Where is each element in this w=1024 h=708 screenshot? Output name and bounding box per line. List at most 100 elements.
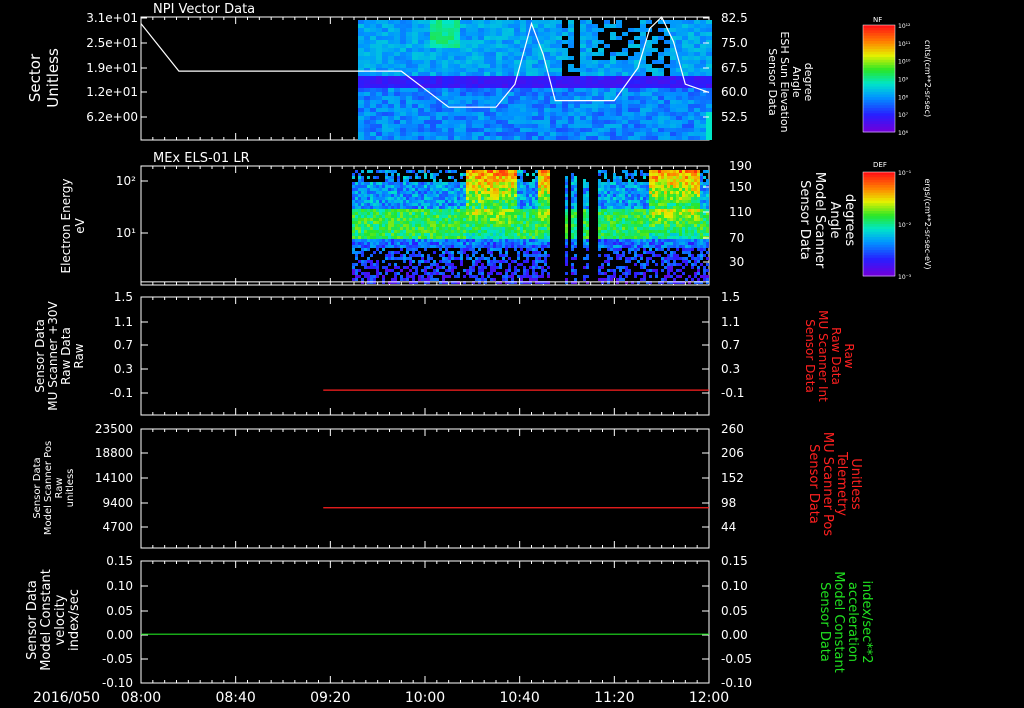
heatmap-cell (655, 239, 658, 242)
heatmap-cell (490, 260, 493, 263)
heatmap-cell (451, 266, 454, 269)
heatmap-cell (664, 218, 667, 221)
heatmap-cell (421, 230, 424, 233)
heatmap-cell (394, 52, 400, 56)
heatmap-cell (361, 182, 364, 185)
heatmap-cell (460, 251, 463, 254)
heatmap-cell (436, 200, 439, 203)
heatmap-cell (382, 230, 385, 233)
heatmap-cell (586, 191, 589, 194)
heatmap-cell (601, 278, 604, 281)
heatmap-cell (478, 44, 484, 48)
heatmap-cell (556, 44, 562, 48)
heatmap-cell (361, 251, 364, 254)
heatmap-cell (625, 182, 628, 185)
heatmap-cell (379, 236, 382, 239)
heatmap-cell (616, 197, 619, 200)
heatmap-cell (613, 227, 616, 230)
heatmap-cell (571, 257, 574, 260)
heatmap-cell (688, 40, 694, 44)
heatmap-cell (613, 203, 616, 206)
heatmap-cell (700, 68, 706, 72)
heatmap-cell (478, 64, 484, 68)
heatmap-cell (370, 32, 376, 36)
heatmap-cell (406, 52, 412, 56)
heatmap-cell (511, 260, 514, 263)
heatmap-cell (511, 224, 514, 227)
heatmap-cell (475, 275, 478, 278)
heatmap-cell (535, 206, 538, 209)
heatmap-cell (526, 191, 529, 194)
heatmap-cell (571, 194, 574, 197)
heatmap-cell (604, 120, 610, 124)
heatmap-cell (415, 245, 418, 248)
heatmap-cell (574, 68, 580, 72)
heatmap-cell (379, 182, 382, 185)
heatmap-cell (670, 132, 676, 136)
heatmap-cell (616, 221, 619, 224)
heatmap-cell (490, 20, 496, 24)
heatmap-cell (535, 233, 538, 236)
heatmap-cell (541, 215, 544, 218)
heatmap-cell (658, 191, 661, 194)
heatmap-cell (364, 96, 370, 100)
heatmap-cell (358, 212, 361, 215)
heatmap-cell (424, 188, 427, 191)
heatmap-cell (574, 215, 577, 218)
heatmap-cell (454, 44, 460, 48)
heatmap-cell (571, 215, 574, 218)
heatmap-cell (418, 230, 421, 233)
heatmap-cell (664, 203, 667, 206)
heatmap-cell (541, 242, 544, 245)
heatmap-cell (361, 224, 364, 227)
heatmap-cell (673, 212, 676, 215)
heatmap-cell (547, 170, 550, 173)
heatmap-cell (538, 203, 541, 206)
heatmap-cell (667, 263, 670, 266)
heatmap-cell (550, 52, 556, 56)
heatmap-cell (673, 254, 676, 257)
heatmap-cell (601, 239, 604, 242)
heatmap-cell (358, 176, 361, 179)
heatmap-cell (403, 206, 406, 209)
heatmap-cell (400, 212, 403, 215)
heatmap-cell (478, 20, 484, 24)
heatmap-cell (451, 242, 454, 245)
heatmap-cell (418, 185, 421, 188)
heatmap-cell (484, 132, 490, 136)
y-tick-label: 1.2e+01 (86, 85, 138, 99)
heatmap-cell (625, 266, 628, 269)
heatmap-cell (622, 272, 625, 275)
heatmap-cell (679, 209, 682, 212)
heatmap-cell (499, 263, 502, 266)
heatmap-cell (544, 48, 550, 52)
heatmap-cell (598, 209, 601, 212)
heatmap-cell (502, 72, 508, 76)
heatmap-cell (634, 104, 640, 108)
heatmap-cell (574, 257, 577, 260)
heatmap-cell (694, 48, 700, 52)
heatmap-cell (607, 263, 610, 266)
heatmap-cell (370, 36, 376, 40)
heatmap-cell (604, 116, 610, 120)
heatmap-cell (538, 76, 544, 80)
heatmap-cell (562, 96, 568, 100)
heatmap-cell (670, 170, 673, 173)
heatmap-cell (355, 245, 358, 248)
heatmap-cell (493, 188, 496, 191)
heatmap-cell (355, 194, 358, 197)
heatmap-cell (397, 245, 400, 248)
heatmap-cell (547, 236, 550, 239)
heatmap-cell (541, 206, 544, 209)
heatmap-cell (487, 236, 490, 239)
heatmap-cell (547, 215, 550, 218)
heatmap-cell (412, 20, 418, 24)
heatmap-cell (610, 257, 613, 260)
heatmap-cell (619, 254, 622, 257)
heatmap-cell (472, 112, 478, 116)
heatmap-cell (580, 72, 586, 76)
heatmap-cell (478, 173, 481, 176)
heatmap-cell (520, 197, 523, 200)
heatmap-cell (541, 179, 544, 182)
heatmap-cell (385, 242, 388, 245)
